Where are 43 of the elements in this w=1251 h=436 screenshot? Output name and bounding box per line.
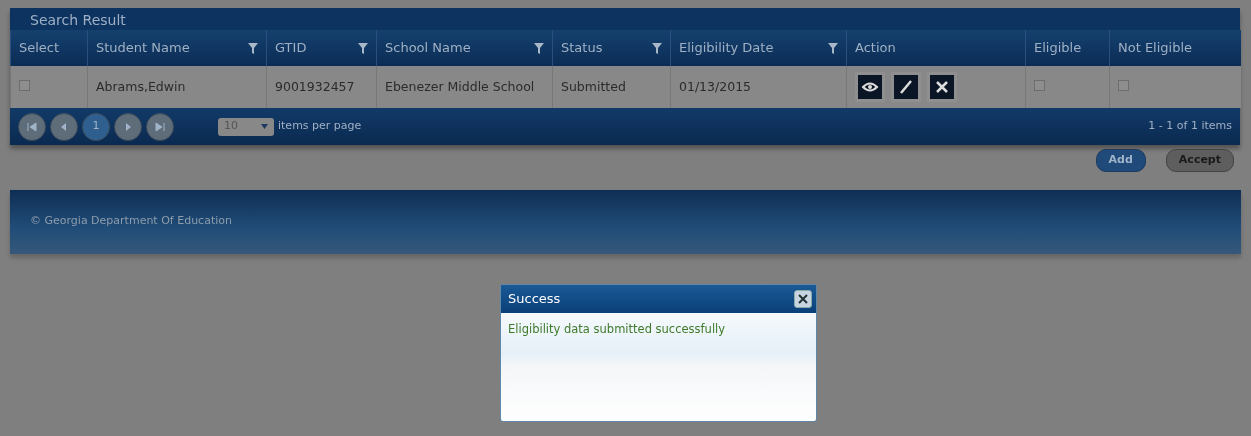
- last-page-icon: [153, 119, 167, 134]
- filter-icon[interactable]: [248, 42, 258, 54]
- column-header: Status: [561, 39, 603, 58]
- checkbox[interactable]: [1034, 80, 1045, 92]
- column-header: Eligibility Date: [679, 39, 774, 58]
- column-header: School Name: [385, 39, 471, 58]
- column-header: Not Eligible: [1118, 39, 1193, 58]
- pager-summary: 1 - 1 of 1 items: [1148, 118, 1232, 135]
- pencil-icon: [897, 78, 915, 96]
- delete-button[interactable]: [927, 72, 957, 102]
- table-cell: Ebenezer Middle School: [376, 66, 553, 108]
- action-button[interactable]: Add: [1095, 149, 1146, 172]
- next-page-button[interactable]: [114, 112, 142, 141]
- close-icon: [798, 294, 808, 304]
- dialog-message: Eligibility data submitted successfully: [507, 321, 727, 338]
- column-header: GTID: [275, 39, 307, 58]
- filter-icon[interactable]: [358, 42, 368, 54]
- table-cell: 01/13/2015: [670, 66, 847, 108]
- table-cell: Abrams,Edwin: [87, 66, 267, 108]
- prev-page-button[interactable]: [50, 112, 78, 141]
- checkbox[interactable]: [19, 80, 30, 92]
- caret-icon: [261, 124, 268, 129]
- table-cell: 9001932457: [266, 66, 377, 108]
- column-header: Eligible: [1034, 39, 1082, 58]
- column-header: Action: [855, 39, 896, 58]
- close-button[interactable]: [794, 290, 812, 308]
- first-page-icon: [25, 119, 39, 134]
- checkbox[interactable]: [1118, 80, 1129, 92]
- dialog-title: Success: [508, 290, 561, 309]
- page-size-label: items per page: [278, 118, 362, 135]
- filter-icon[interactable]: [828, 42, 838, 54]
- filter-icon[interactable]: [652, 42, 662, 54]
- first-page-button[interactable]: [18, 112, 46, 141]
- page-button[interactable]: 1: [82, 112, 110, 141]
- filter-icon[interactable]: [534, 42, 544, 54]
- last-page-button[interactable]: [146, 112, 174, 141]
- copyright-text: © Georgia Department Of Education: [30, 213, 232, 230]
- edit-button[interactable]: [891, 72, 921, 102]
- view-button[interactable]: [855, 72, 885, 102]
- column-header: Select: [19, 39, 60, 58]
- table-cell: Submitted: [552, 66, 671, 108]
- column-header: Student Name: [96, 39, 190, 58]
- grid-title: Search Result: [10, 8, 1240, 30]
